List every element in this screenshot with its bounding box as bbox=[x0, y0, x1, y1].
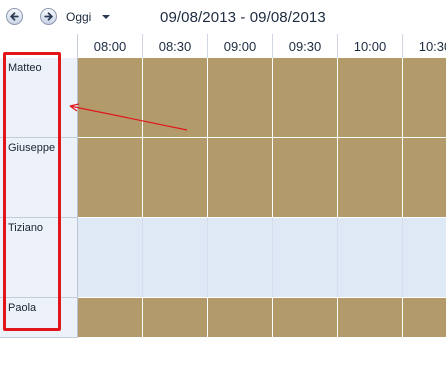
schedule-row bbox=[78, 138, 446, 218]
time-slot-label: 08:00 bbox=[78, 34, 143, 58]
schedule-row bbox=[78, 58, 446, 138]
scheduler-toolbar: Oggi 09/08/2013 - 09/08/2013 bbox=[0, 0, 446, 34]
time-slot-label: 09:30 bbox=[273, 34, 338, 58]
schedule-cell[interactable] bbox=[143, 218, 208, 297]
time-slot-label: 10:00 bbox=[338, 34, 403, 58]
schedule-cell[interactable] bbox=[273, 298, 338, 337]
schedule-cell[interactable] bbox=[208, 298, 273, 337]
schedule-cell[interactable] bbox=[78, 298, 143, 337]
time-slot-label: 10:30 bbox=[403, 34, 446, 58]
schedule-cell[interactable] bbox=[273, 218, 338, 297]
schedule-cell[interactable] bbox=[78, 218, 143, 297]
back-button[interactable] bbox=[6, 8, 23, 25]
schedule-cell[interactable] bbox=[273, 58, 338, 137]
today-button[interactable]: Oggi bbox=[66, 10, 91, 24]
time-slot-label: 08:30 bbox=[143, 34, 208, 58]
arrow-left-icon bbox=[9, 12, 19, 21]
schedule-cell[interactable] bbox=[273, 138, 338, 217]
schedule-cell[interactable] bbox=[403, 298, 446, 337]
schedule-cell[interactable] bbox=[78, 58, 143, 137]
schedule-cell[interactable] bbox=[208, 218, 273, 297]
time-slot-label: 09:00 bbox=[208, 34, 273, 58]
time-header: 08:0008:3009:0009:3010:0010:30 bbox=[0, 34, 446, 59]
schedule-cell[interactable] bbox=[338, 58, 403, 137]
schedule-cell[interactable] bbox=[338, 298, 403, 337]
schedule-cell[interactable] bbox=[208, 138, 273, 217]
schedule-cell[interactable] bbox=[143, 138, 208, 217]
annotation-highlight-box bbox=[3, 52, 61, 331]
schedule-cell[interactable] bbox=[338, 218, 403, 297]
schedule-cell[interactable] bbox=[208, 58, 273, 137]
arrow-right-icon bbox=[44, 12, 54, 21]
schedule-cell[interactable] bbox=[338, 138, 403, 217]
chevron-down-icon[interactable] bbox=[102, 15, 110, 19]
schedule-cell[interactable] bbox=[78, 138, 143, 217]
schedule-row bbox=[78, 218, 446, 298]
forward-button[interactable] bbox=[40, 8, 57, 25]
schedule-cell[interactable] bbox=[403, 138, 446, 217]
schedule-cell[interactable] bbox=[143, 58, 208, 137]
schedule-cell[interactable] bbox=[403, 218, 446, 297]
date-range-label: 09/08/2013 - 09/08/2013 bbox=[160, 9, 326, 26]
schedule-cell[interactable] bbox=[143, 298, 208, 337]
schedule-row bbox=[78, 298, 446, 338]
schedule-cell[interactable] bbox=[403, 58, 446, 137]
